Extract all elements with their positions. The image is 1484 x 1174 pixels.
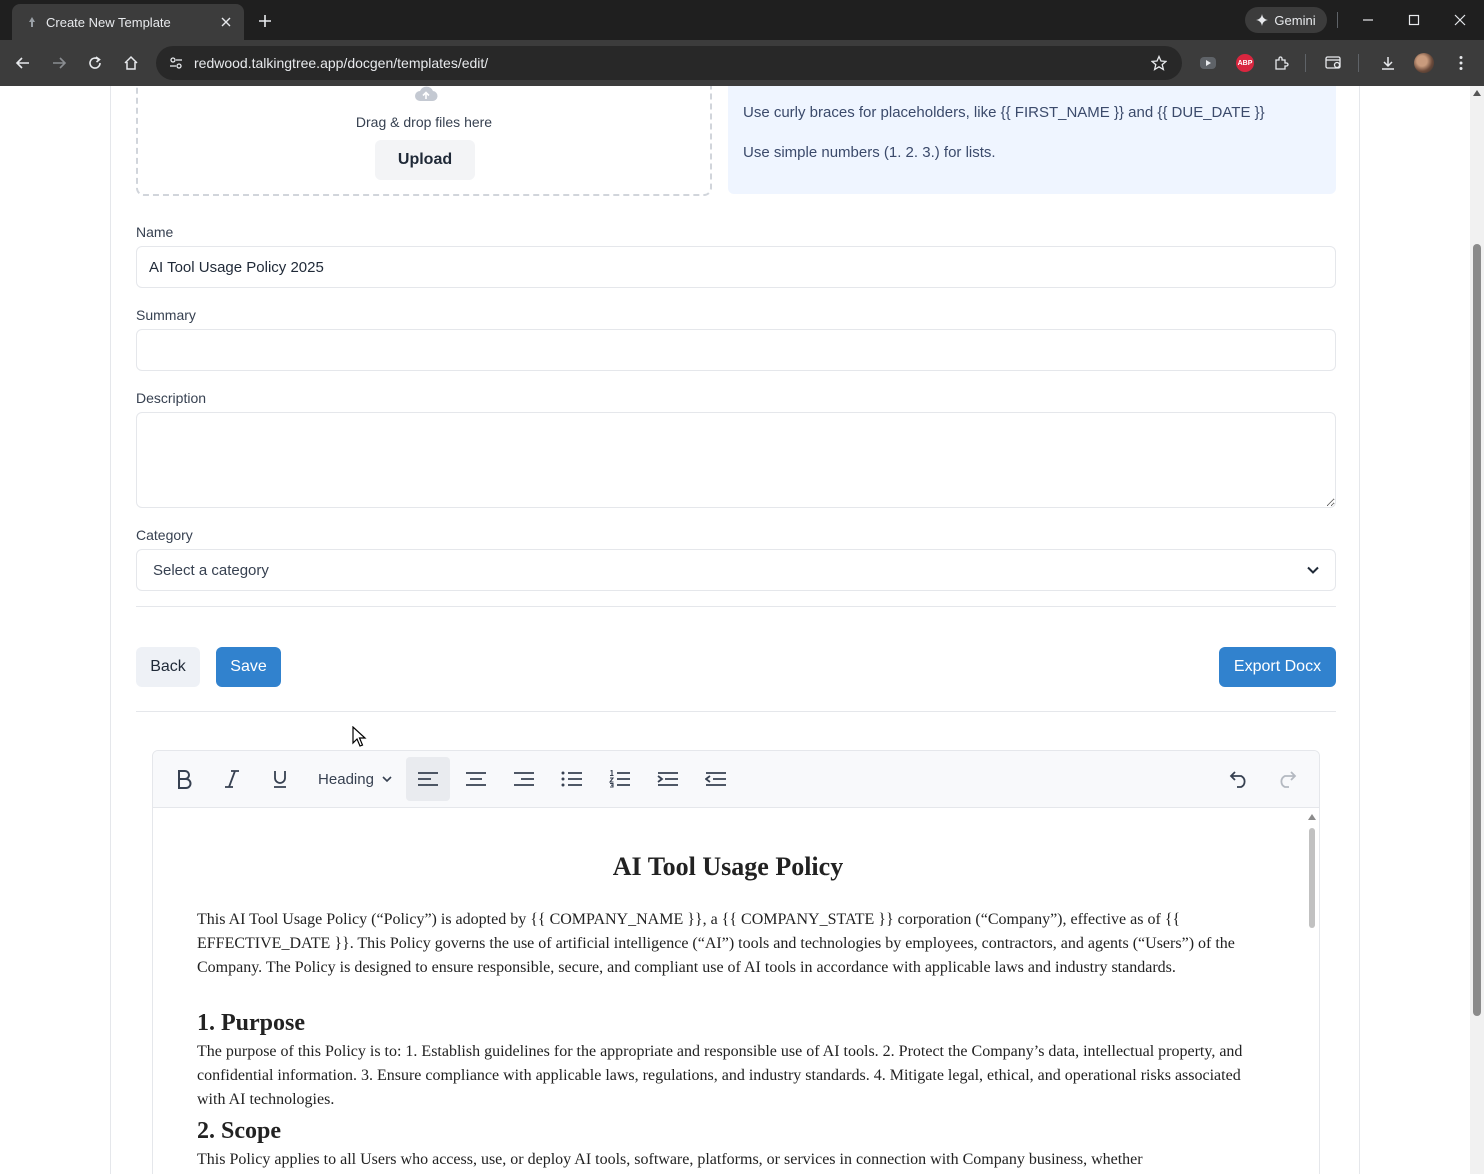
- description-textarea[interactable]: [136, 412, 1336, 508]
- url-text[interactable]: redwood.talkingtree.app/docgen/templates…: [194, 55, 1150, 71]
- heading-dropdown[interactable]: Heading: [309, 757, 401, 801]
- maximize-window-icon[interactable]: [1402, 8, 1426, 32]
- export-docx-button[interactable]: Export Docx: [1219, 647, 1336, 687]
- chevron-down-icon: [1307, 566, 1319, 574]
- tabbar-divider: [1337, 12, 1338, 28]
- help-line-placeholders: Use curly braces for placeholders, like …: [743, 104, 1265, 121]
- summary-label: Summary: [136, 307, 196, 323]
- dropzone-text: Drag & drop files here: [355, 114, 493, 130]
- close-window-icon[interactable]: [1448, 8, 1472, 32]
- browser-tab-bar: Create New Template Gemini: [0, 0, 1484, 40]
- gemini-button[interactable]: Gemini: [1245, 7, 1327, 33]
- page-scrollbar[interactable]: [1470, 86, 1484, 1174]
- purpose-paragraph: The purpose of this Policy is to: 1. Est…: [197, 1043, 1243, 1108]
- summary-input[interactable]: [136, 329, 1336, 371]
- redo-icon[interactable]: [1265, 757, 1309, 801]
- undo-icon[interactable]: [1217, 757, 1261, 801]
- back-arrow-icon[interactable]: [11, 51, 35, 75]
- downloads-icon[interactable]: [1377, 52, 1399, 74]
- italic-icon[interactable]: [210, 757, 254, 801]
- align-left-icon[interactable]: [406, 757, 450, 801]
- section-heading-purpose: 1. Purpose: [197, 1010, 305, 1036]
- rich-text-editor: Heading AI Tool Usage Policy This AI Too…: [152, 750, 1320, 1174]
- indent-icon[interactable]: [646, 757, 690, 801]
- upload-button[interactable]: Upload: [375, 140, 475, 180]
- home-icon[interactable]: [119, 51, 143, 75]
- template-edit-page: Drag & drop files here Upload Use curly …: [110, 86, 1360, 1174]
- description-label: Description: [136, 390, 207, 406]
- editor-toolbar: Heading: [153, 751, 1319, 808]
- heading-dropdown-label: Heading: [318, 770, 374, 788]
- save-button[interactable]: Save: [216, 647, 281, 687]
- category-label: Category: [136, 527, 193, 543]
- gemini-sparkle-icon: [1256, 14, 1269, 26]
- extension-media-icon[interactable]: [1197, 52, 1219, 74]
- help-line-lists: Use simple numbers (1. 2. 3.) for lists.: [743, 144, 996, 161]
- page-viewport: Drag & drop files here Upload Use curly …: [0, 86, 1484, 1174]
- back-button[interactable]: Back: [136, 647, 200, 687]
- browser-menu-icon[interactable]: [1450, 52, 1472, 74]
- editor-content[interactable]: AI Tool Usage Policy This AI Tool Usage …: [153, 808, 1319, 1174]
- scope-paragraph: This Policy applies to all Users who acc…: [197, 1151, 1143, 1168]
- actions-divider: [136, 711, 1336, 712]
- name-label: Name: [136, 224, 174, 240]
- bullet-list-icon[interactable]: [550, 757, 594, 801]
- site-favicon-icon: [26, 16, 38, 28]
- toolbar-divider: [1305, 54, 1306, 72]
- tab-search-icon[interactable]: [1323, 52, 1345, 74]
- browser-tab[interactable]: Create New Template: [12, 4, 244, 40]
- placeholder-help-box: Use curly braces for placeholders, like …: [728, 86, 1336, 194]
- scroll-up-arrow-icon[interactable]: [1308, 814, 1316, 820]
- mouse-pointer-icon: [352, 726, 367, 747]
- scroll-up-arrow-icon[interactable]: [1473, 90, 1481, 96]
- align-center-icon[interactable]: [454, 757, 498, 801]
- minimize-window-icon[interactable]: [1356, 8, 1380, 32]
- bookmark-star-icon[interactable]: [1150, 54, 1168, 72]
- name-input[interactable]: [136, 246, 1336, 288]
- numbered-list-icon[interactable]: [598, 757, 642, 801]
- avatar: [1414, 53, 1434, 73]
- new-tab-icon[interactable]: [254, 10, 276, 32]
- document-title: AI Tool Usage Policy: [612, 852, 844, 881]
- site-info-icon[interactable]: [168, 55, 184, 71]
- align-right-icon[interactable]: [502, 757, 546, 801]
- category-select[interactable]: Select a category: [136, 549, 1336, 591]
- tab-title: Create New Template: [46, 14, 171, 30]
- page-scrollbar-thumb[interactable]: [1473, 244, 1481, 1016]
- extensions-puzzle-icon[interactable]: [1270, 52, 1292, 74]
- underline-icon[interactable]: [258, 757, 302, 801]
- forward-arrow-icon[interactable]: [47, 51, 71, 75]
- gemini-label: Gemini: [1274, 12, 1316, 28]
- cloud-upload-icon: [415, 86, 438, 102]
- chevron-down-icon: [382, 775, 392, 782]
- form-divider: [136, 606, 1336, 607]
- category-selected-value: Select a category: [153, 561, 269, 579]
- close-tab-icon[interactable]: [218, 14, 234, 30]
- section-heading-scope: 2. Scope: [197, 1118, 281, 1144]
- profile-avatar[interactable]: [1413, 52, 1435, 74]
- reload-icon[interactable]: [83, 51, 107, 75]
- outdent-icon[interactable]: [694, 757, 738, 801]
- toolbar-divider: [1358, 54, 1359, 72]
- adblock-plus-icon[interactable]: ABP: [1234, 52, 1256, 74]
- address-bar[interactable]: redwood.talkingtree.app/docgen/templates…: [156, 46, 1182, 80]
- editor-scrollbar[interactable]: [1307, 812, 1317, 1174]
- bold-icon[interactable]: [162, 757, 206, 801]
- file-dropzone[interactable]: Drag & drop files here Upload: [136, 86, 712, 196]
- editor-scrollbar-thumb[interactable]: [1309, 828, 1315, 928]
- document-intro-paragraph: This AI Tool Usage Policy (“Policy”) is …: [197, 911, 1235, 976]
